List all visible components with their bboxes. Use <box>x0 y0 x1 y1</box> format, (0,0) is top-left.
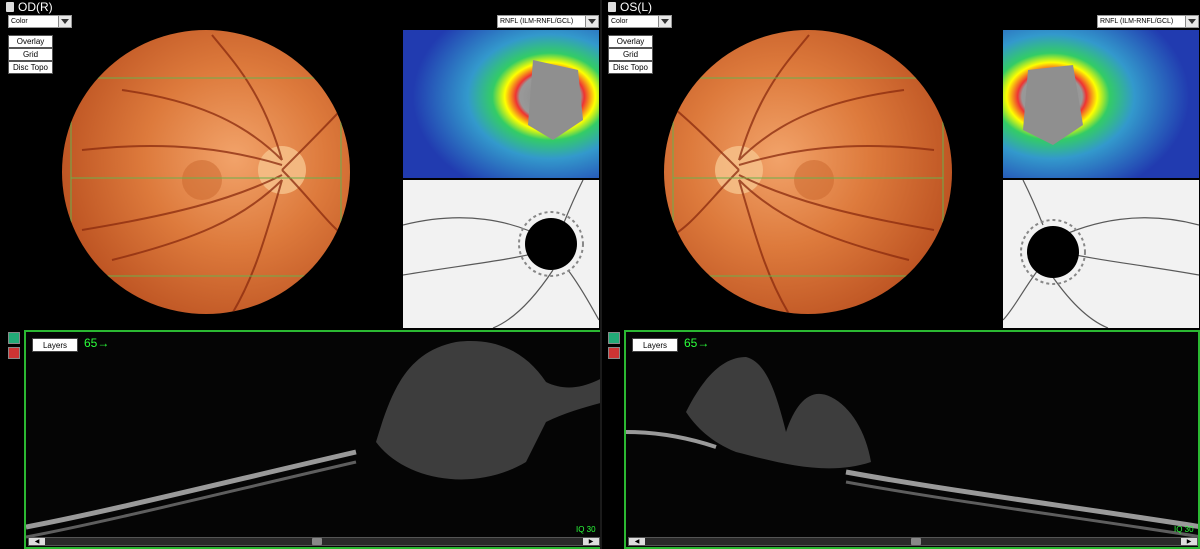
rnfl-thickness-map[interactable] <box>1003 30 1199 178</box>
layer-tool-icon[interactable] <box>608 347 620 359</box>
oct-tool-icon[interactable] <box>608 332 620 344</box>
scroll-right-icon[interactable]: ▶ <box>583 538 599 545</box>
oct-scrollbar[interactable]: ◀ ▶ <box>28 537 600 546</box>
fundus-image[interactable] <box>664 30 952 314</box>
color-select[interactable]: Color <box>608 15 672 28</box>
map-select[interactable]: RNFL (ILM-RNFL/GCL) <box>497 15 599 28</box>
image-quality: IQ 30 <box>576 525 596 534</box>
oct-bscan[interactable]: Layers 65→ IQ 30 ◀ ▶ <box>24 330 600 549</box>
layers-button[interactable]: Layers <box>32 338 78 352</box>
dropdown-arrow-icon[interactable] <box>58 16 71 27</box>
document-icon <box>6 2 14 12</box>
disc-topo-button[interactable]: Disc Topo <box>8 61 53 74</box>
scroll-thumb[interactable] <box>312 538 322 545</box>
eye-title: OD(R) <box>18 0 53 14</box>
grid-button[interactable]: Grid <box>8 48 53 61</box>
fundus-image[interactable] <box>62 30 350 314</box>
document-icon <box>608 2 616 12</box>
rnfl-thickness-map[interactable] <box>403 30 599 178</box>
disc-topo-button[interactable]: Disc Topo <box>608 61 653 74</box>
od-panel: OD(R) Color RNFL (ILM-RNFL/GCL) Overlay … <box>0 0 600 549</box>
color-select[interactable]: Color <box>8 15 72 28</box>
map-select[interactable]: RNFL (ILM-RNFL/GCL) <box>1097 15 1199 28</box>
oct-bscan[interactable]: Layers 65→ IQ 30 ◀ ▶ <box>624 330 1200 549</box>
scan-number: 65→ <box>84 336 110 350</box>
oct-tool-icon[interactable] <box>8 332 20 344</box>
fundus-photo <box>62 30 350 314</box>
os-panel: OS(L) Color RNFL (ILM-RNFL/GCL) Overlay … <box>602 0 1200 549</box>
os-header: OS(L) <box>608 0 652 14</box>
eye-title: OS(L) <box>620 0 653 14</box>
scroll-left-icon[interactable]: ◀ <box>29 538 45 545</box>
layers-button[interactable]: Layers <box>632 338 678 352</box>
fundus-photo <box>664 30 952 314</box>
grid-button[interactable]: Grid <box>608 48 653 61</box>
enface-map[interactable] <box>1003 180 1199 328</box>
od-header: OD(R) <box>6 0 53 14</box>
scroll-thumb[interactable] <box>911 538 921 545</box>
dropdown-arrow-icon[interactable] <box>658 16 671 27</box>
image-quality: IQ 30 <box>1174 525 1194 534</box>
dropdown-arrow-icon[interactable] <box>1185 16 1198 27</box>
overlay-button[interactable]: Overlay <box>8 35 53 48</box>
scroll-right-icon[interactable]: ▶ <box>1181 538 1197 545</box>
enface-map[interactable] <box>403 180 599 328</box>
scroll-left-icon[interactable]: ◀ <box>629 538 645 545</box>
oct-scrollbar[interactable]: ◀ ▶ <box>628 537 1198 546</box>
overlay-button[interactable]: Overlay <box>608 35 653 48</box>
dropdown-arrow-icon[interactable] <box>585 16 598 27</box>
scan-number: 65→ <box>684 336 710 350</box>
layer-tool-icon[interactable] <box>8 347 20 359</box>
